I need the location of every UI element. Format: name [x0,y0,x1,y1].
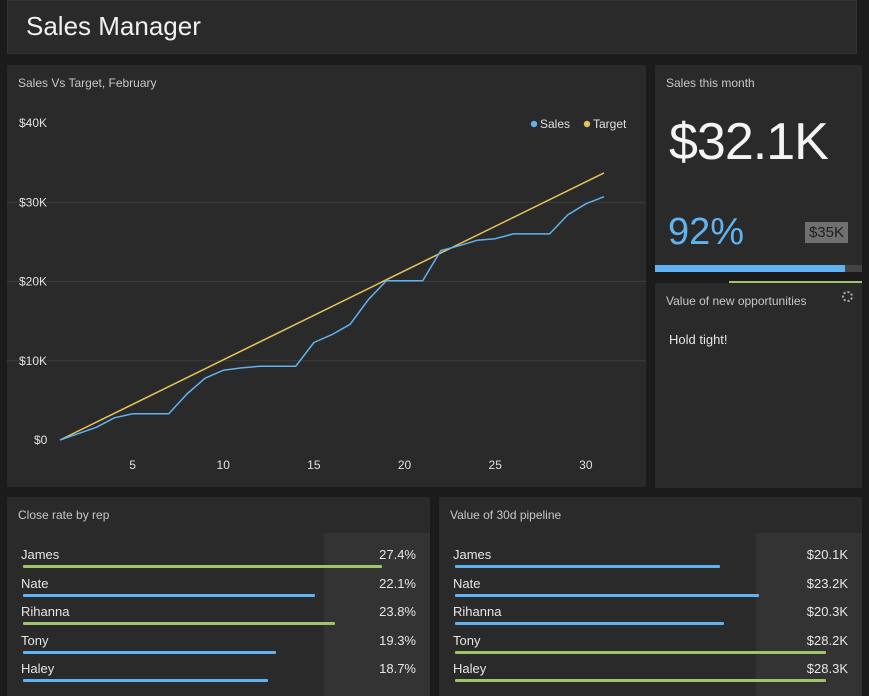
close-rate-rep-bar [23,565,383,568]
close-rate-list: James 27.4% Nate 22.1% Rihanna 23.8% Tony 19.3%… [21,545,416,688]
pipeline-rep-value: $28.2K [806,632,848,648]
pipeline-row: Rihanna $20.3K [453,602,848,631]
pipeline-rep-value: $23.2K [806,575,848,591]
pipeline-rep-bar [455,593,760,597]
close-rate-row: Nate 22.1% [21,574,416,603]
pipeline-rep-name: Rihanna [453,604,502,619]
opportunities-title: Value of new opportunities [666,294,807,308]
pipeline-rep-name: Tony [453,632,481,648]
close-rate-rep-name: Rihanna [21,604,70,619]
new-opportunities-panel: Value of new opportunities Hold tight! [655,281,862,488]
close-rate-rep-name: James [21,547,60,562]
pipeline-list: James $20.1K Nate $23.2K Rihanna $20.3K Tony $2… [453,545,848,688]
pipeline-rep-value: $20.1K [806,547,848,562]
close-rate-row: Tony 19.3% [21,631,416,660]
pipeline-rep-name: James [453,547,492,562]
pipeline-row: Tony $28.2K [453,631,848,660]
legend-label-target: Target [593,117,627,131]
chart-title: Sales Vs Target, February [18,76,157,90]
y-tick-label: $30K [19,195,47,209]
pipeline-rep-bar [455,679,827,682]
pipeline-rep-value: $20.3K [806,604,848,619]
x-tick-label: 5 [129,458,136,472]
loading-spinner-icon [842,291,853,302]
sales-vs-target-chart: $0 $10K $20K $30K $40K 5 10 15 20 25 30 Sales Targ… [7,116,646,472]
close-rate-row: James 27.4% [21,545,416,574]
pipeline-rep-value: $28.3K [806,661,848,676]
close-rate-panel: Close rate by rep James 27.4% Nate 22.1% Rih… [7,497,430,696]
kpi-title: Sales this month [666,76,755,90]
close-rate-title: Close rate by rep [18,508,110,522]
pipeline-row: Haley $28.3K [453,659,848,688]
close-rate-rep-value: 27.4% [379,547,416,562]
pipeline-row: James $20.1K [453,545,848,574]
close-rate-rep-bar [23,622,336,625]
legend-marker-target [583,120,591,128]
page-title: Sales Manager [26,11,201,41]
opportunities-accent-line [729,281,862,283]
close-rate-rep-name: Nate [21,575,49,591]
close-rate-rep-value: 19.3% [379,632,416,648]
close-rate-rep-bar [23,650,276,654]
pipeline-title: Value of 30d pipeline [450,508,562,522]
x-tick-label: 20 [398,458,412,472]
x-tick-label: 30 [579,458,593,472]
kpi-target-badge: $35K [804,222,848,243]
y-tick-label: $0 [34,433,48,447]
x-tick-label: 25 [489,458,503,472]
close-rate-row: Haley 18.7% [21,659,416,688]
close-rate-rep-value: 22.1% [379,575,416,591]
sales-vs-target-panel: $0 $10K $20K $30K $40K 5 10 15 20 25 30 Sales Targ… [7,65,646,487]
close-rate-rep-value: 23.8% [379,604,416,619]
kpi-progress-track [655,265,862,272]
sales-this-month-panel: Sales this month $32.1K 92% $35K [655,65,862,272]
pipeline-row: Nate $23.2K [453,574,848,603]
series-line-sales [59,196,605,441]
kpi-progress-fill [655,265,846,272]
close-rate-row: Rihanna 23.8% [21,602,416,631]
pipeline-panel: Value of 30d pipeline James $20.1K Nate $23… [439,497,862,696]
pipeline-rep-bar [455,650,827,654]
close-rate-rep-value: 18.7% [379,661,416,676]
header-bar: Sales Manager [7,0,857,54]
close-rate-rep-name: Haley [21,661,55,676]
pipeline-rep-bar [455,565,720,568]
close-rate-rep-name: Tony [21,632,49,648]
series-line-target [59,172,605,441]
y-tick-label: $10K [19,354,47,368]
kpi-sales-value: $32.1K [669,113,829,171]
y-tick-label: $40K [19,116,47,130]
pipeline-rep-bar [455,622,724,625]
x-tick-label: 10 [217,458,231,472]
kpi-percent: 92% [668,211,745,253]
loading-message: Hold tight! [669,332,728,347]
pipeline-rep-name: Haley [453,661,487,676]
x-tick-label: 15 [307,458,321,472]
pipeline-rep-name: Nate [453,575,481,591]
y-tick-label: $20K [19,275,47,289]
close-rate-rep-bar [23,679,268,682]
close-rate-rep-bar [23,593,316,597]
legend-marker-sales [530,120,538,128]
legend-label-sales: Sales [540,117,570,131]
